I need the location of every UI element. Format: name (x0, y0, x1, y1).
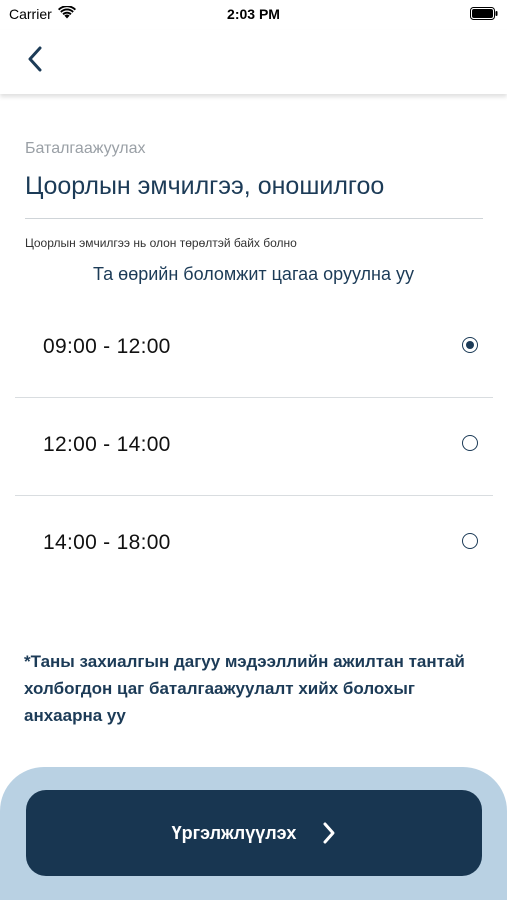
time-slot-option[interactable]: 12:00 - 14:00 (15, 398, 493, 496)
radio-unselected[interactable] (462, 435, 478, 451)
time-slot-option[interactable]: 14:00 - 18:00 (15, 496, 493, 593)
page-title: Цоорлын эмчилгээ, оношилгоо (25, 172, 385, 200)
chevron-right-icon (323, 822, 335, 844)
navigation-bar (0, 30, 507, 94)
status-time: 2:03 PM (227, 6, 280, 22)
radio-unselected[interactable] (462, 533, 478, 549)
continue-button[interactable]: Үргэлжлүүлэх (26, 790, 482, 876)
breadcrumb: Баталгаажуулах (25, 140, 146, 157)
chevron-left-icon (28, 46, 42, 72)
continue-label: Үргэлжлүүлэх (171, 822, 297, 843)
status-bar: Carrier 2:03 PM (0, 0, 507, 30)
screen: Carrier 2:03 PM Баталгаажуулах Цоорлын э… (0, 0, 507, 900)
time-slot-label: 09:00 - 12:00 (43, 335, 171, 358)
time-slot-label: 12:00 - 14:00 (43, 433, 171, 456)
title-divider (25, 218, 483, 219)
instruction-text: Та өөрийн боломжит цагаа оруулна уу (92, 264, 415, 284)
time-slot-option[interactable]: 09:00 - 12:00 (15, 300, 493, 398)
back-button[interactable] (18, 42, 52, 76)
radio-selected[interactable] (462, 337, 478, 353)
battery-icon (470, 7, 498, 20)
time-slot-label: 14:00 - 18:00 (43, 531, 171, 554)
time-slot-list: 09:00 - 12:00 12:00 - 14:00 14:00 - 18:0… (15, 300, 493, 593)
bottom-panel: Үргэлжлүүлэх (0, 767, 507, 900)
notice-text: *Таны захиалгын дагуу мэдээллийн ажилтан… (24, 652, 465, 725)
service-note: Цоорлын эмчилгээ нь олон төрөлтэй байх б… (25, 236, 297, 250)
